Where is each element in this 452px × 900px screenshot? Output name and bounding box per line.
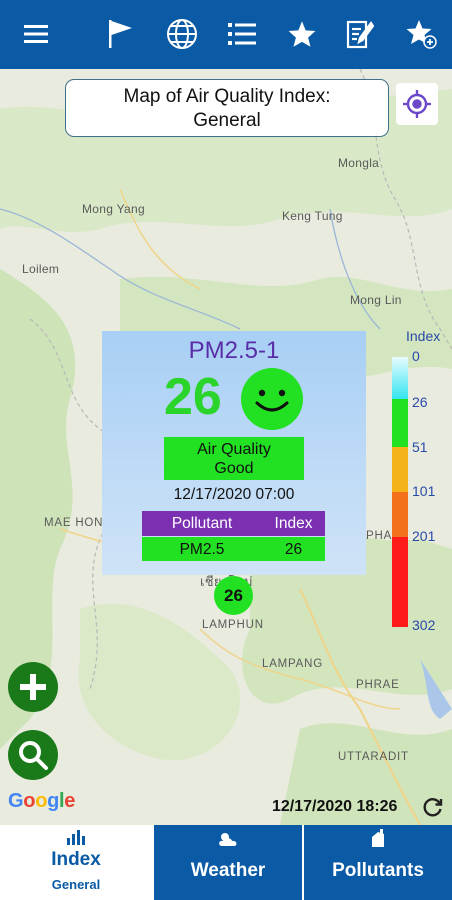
place-label: Keng Tung	[282, 209, 343, 223]
tab-pollutants[interactable]: Pollutants	[302, 825, 452, 900]
search-icon	[19, 741, 48, 770]
legend-tick: 0	[412, 348, 420, 364]
search-button[interactable]	[8, 730, 58, 780]
zoom-in-button[interactable]	[8, 662, 58, 712]
legend-title: Index	[406, 328, 441, 344]
app-toolbar	[0, 0, 452, 69]
table-row: PM2.5 26	[142, 537, 325, 561]
update-timestamp: 12/17/2020 18:26	[272, 798, 398, 815]
crosshair-icon	[403, 90, 431, 118]
air-quality-status: Air Quality Good	[164, 437, 304, 480]
tab-pollutants-label: Pollutants	[332, 860, 424, 881]
globe-icon[interactable]	[162, 14, 202, 54]
legend-swatch-orange	[392, 492, 408, 537]
map-view[interactable]: Mong Yang Mongla Keng Tung Loilem Mong L…	[0, 69, 452, 825]
aqi-value: 26	[164, 368, 222, 426]
flag-icon[interactable]	[100, 14, 140, 54]
weather-icon	[216, 829, 240, 854]
factory-icon	[368, 829, 388, 852]
tab-index-label: Index	[51, 849, 101, 870]
header-pollutant: Pollutant	[171, 515, 233, 532]
place-label: Mong Lin	[350, 293, 402, 307]
tab-index-sublabel: General	[51, 877, 101, 892]
plus-icon	[20, 674, 46, 700]
pollutant-table: Pollutant Index PM2.5 26	[142, 511, 325, 561]
place-label: PHRAE	[356, 679, 400, 691]
map-title-line1: Map of Air Quality Index:	[123, 86, 331, 107]
map-title: Map of Air Quality Index: General	[65, 79, 389, 137]
place-label: LAMPHUN	[202, 619, 264, 631]
menu-icon[interactable]	[16, 14, 56, 54]
reading-datetime: 12/17/2020 07:00	[173, 486, 295, 503]
aqi-legend-bar	[392, 357, 408, 627]
cell-index: 26	[284, 541, 303, 558]
status-line2: Good	[214, 460, 254, 477]
station-name: PM2.5-1	[188, 337, 280, 364]
legend-swatch-red	[392, 537, 408, 627]
status-line1: Air Quality	[197, 441, 271, 458]
legend-swatch-green	[392, 399, 408, 447]
map-title-line2: General	[193, 110, 261, 131]
list-icon[interactable]	[222, 14, 262, 54]
google-logo: Google	[8, 790, 76, 812]
legend-tick: 51	[412, 439, 428, 455]
tab-weather-label: Weather	[190, 860, 266, 881]
place-label: UTTARADIT	[338, 751, 409, 763]
edit-icon[interactable]	[340, 14, 380, 54]
header-index: Index	[274, 515, 313, 532]
smiley-face-icon	[240, 367, 304, 436]
place-label: Mong Yang	[82, 202, 145, 216]
star-add-icon[interactable]	[402, 14, 442, 54]
place-label: Loilem	[22, 262, 60, 276]
legend-tick: 201	[412, 528, 436, 544]
cell-pollutant: PM2.5	[179, 541, 225, 558]
legend-tick: 302	[412, 617, 436, 633]
place-label: Mongla	[338, 156, 380, 170]
legend-tick: 26	[412, 394, 428, 410]
place-label: LAMPANG	[262, 658, 323, 670]
legend-swatch-cyan	[392, 357, 408, 399]
table-header: Pollutant Index	[142, 511, 325, 536]
my-location-button[interactable]	[396, 83, 438, 125]
bottom-navigation: Index General Weather Pollutants	[0, 825, 452, 900]
tab-index[interactable]: Index General	[0, 825, 152, 900]
legend-tick: 101	[412, 483, 436, 499]
tab-weather[interactable]: Weather	[152, 825, 302, 900]
place-label: MAE HON	[44, 517, 104, 529]
star-icon[interactable]	[282, 14, 322, 54]
station-popup[interactable]: PM2.5-1 26 Air Quality Good 12/17/2020 0…	[102, 331, 366, 575]
place-label: PHA	[366, 530, 393, 542]
refresh-icon[interactable]	[422, 796, 444, 823]
legend-swatch-yellow	[392, 447, 408, 492]
bar-chart-icon	[66, 829, 86, 850]
station-marker[interactable]: 26	[214, 576, 253, 615]
